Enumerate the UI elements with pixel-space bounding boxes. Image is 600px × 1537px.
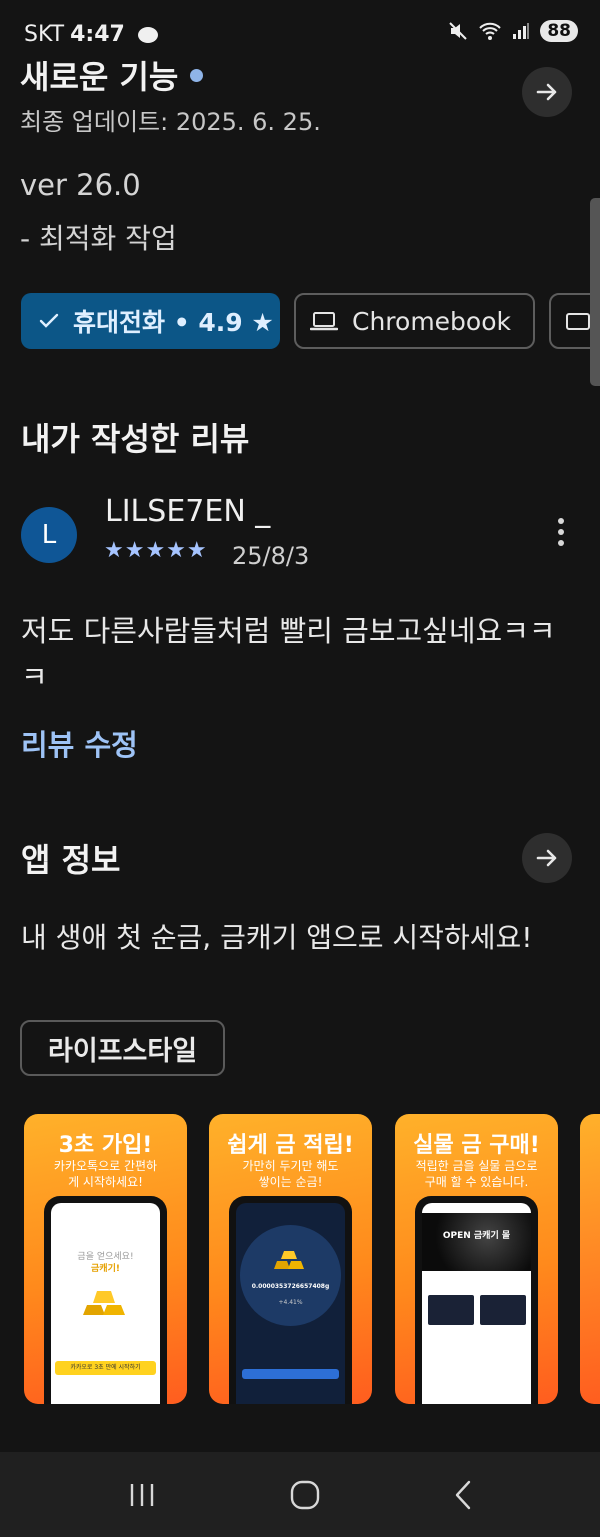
- review-body: 저도 다른사람들처럼 빨리 금보고싶네요ㅋㅋㅋ: [21, 614, 556, 694]
- carrier-label: SKT: [24, 22, 65, 47]
- back-icon[interactable]: [453, 1480, 473, 1510]
- screenshot-subtitle: 적립한 금을 실물 금으로 구매 할 수 있습니다.: [415, 1159, 538, 1189]
- app-tagline: 내 생애 첫 순금, 금캐기 앱으로 시작하세요!: [21, 921, 533, 954]
- accrue-button: [242, 1369, 339, 1379]
- phone-mockup: 금을 얻으세요! 금캐기! 카카오로 3초 만에 시작하기: [44, 1196, 167, 1404]
- home-icon[interactable]: [290, 1480, 320, 1510]
- screenshot-title: 쉽게 금 적립!: [227, 1133, 354, 1158]
- status-bar-right: 88: [448, 20, 578, 42]
- app-info-arrow-button[interactable]: [522, 833, 572, 883]
- more-options-icon[interactable]: [558, 518, 564, 546]
- screenshot-title: 실물 금 구매!: [413, 1133, 540, 1158]
- shop-banner-text: OPEN 금캐기 몰: [442, 1231, 511, 1241]
- product-card: [428, 1295, 474, 1325]
- device-chip-chromebook[interactable]: Chromebook: [294, 293, 535, 349]
- signal-icon: [513, 23, 530, 39]
- whats-new-arrow-button[interactable]: [522, 67, 572, 117]
- gold-counter: 0.0000353726657408g: [251, 1283, 330, 1290]
- wifi-icon: [479, 22, 502, 40]
- device-chip-chromebook-label: Chromebook: [352, 306, 511, 336]
- reviewer-name: LILSE7EN _: [105, 494, 271, 529]
- release-notes: - 최적화 작업: [20, 222, 177, 255]
- phone-screen: 금을 얻으세요! 금캐기! 카카오로 3초 만에 시작하기: [51, 1203, 160, 1404]
- edit-review-link[interactable]: 리뷰 수정: [21, 722, 138, 764]
- product-card: [480, 1295, 526, 1325]
- status-bar-left: SKT 4:47: [24, 22, 158, 47]
- clock: 4:47: [70, 22, 125, 47]
- gold-bars-icon: [83, 1291, 125, 1315]
- system-nav-bar: [0, 1452, 600, 1537]
- category-chip[interactable]: 라이프스타일: [20, 1020, 226, 1076]
- device-chip-phone-label: 휴대전화 • 4.9 ★: [73, 308, 274, 337]
- gold-rate: +4.41%: [278, 1299, 303, 1306]
- arrow-right-icon: [536, 849, 557, 867]
- review-date: 25/8/3: [232, 542, 310, 570]
- scrollbar-thumb[interactable]: [590, 198, 600, 386]
- screenshot-1[interactable]: 3초 가입! 카카오톡으로 간편하게 시작하세요! 금을 얻으세요! 금캐기! …: [24, 1114, 187, 1404]
- arrow-right-icon: [536, 83, 557, 101]
- app-info-title: 앱 정보: [21, 841, 121, 879]
- check-icon: [39, 313, 59, 328]
- screenshot-3[interactable]: 실물 금 구매! 적립한 금을 실물 금으로 구매 할 수 있습니다. OPEN…: [395, 1114, 558, 1404]
- kakao-start-button: 카카오로 3초 만에 시작하기: [55, 1361, 156, 1375]
- recent-apps-icon[interactable]: [127, 1482, 157, 1508]
- chat-notification-icon: [137, 27, 158, 43]
- screenshot-subtitle: 카카오톡으로 간편하게 시작하세요!: [53, 1159, 158, 1189]
- my-review-title: 내가 작성한 리뷰: [21, 420, 250, 458]
- screenshot-title: 3초 가입!: [58, 1133, 153, 1158]
- mute-icon: [449, 22, 468, 40]
- gold-bars-icon: [274, 1251, 304, 1269]
- new-indicator-dot: [190, 68, 204, 82]
- screen-brand: 금캐기!: [91, 1264, 120, 1274]
- star-rating: ★★★★★: [104, 538, 208, 563]
- screenshot-4-peek[interactable]: [580, 1114, 600, 1404]
- tablet-icon: [566, 313, 590, 330]
- whats-new-title: 새로운 기능: [20, 52, 204, 98]
- last-updated: 최종 업데이트: 2025. 6. 25.: [20, 108, 321, 136]
- avatar: L: [21, 507, 77, 563]
- device-chip-phone[interactable]: 휴대전화 • 4.9 ★: [21, 293, 280, 349]
- phone-screen: OPEN 금캐기 몰: [422, 1203, 531, 1404]
- gold-circle: [240, 1225, 341, 1326]
- battery-indicator: 88: [540, 20, 578, 42]
- phone-screen: 0.0000353726657408g +4.41%: [236, 1203, 345, 1404]
- shop-banner: OPEN 금캐기 몰: [422, 1213, 531, 1271]
- version-text: ver 26.0: [20, 168, 141, 202]
- whats-new-title-text: 새로운 기능: [20, 58, 179, 96]
- laptop-icon: [310, 312, 338, 331]
- phone-mockup: OPEN 금캐기 몰: [415, 1196, 538, 1404]
- screenshot-2[interactable]: 쉽게 금 적립! 가만히 두기만 해도 쌓이는 순금! 0.0000353726…: [209, 1114, 372, 1404]
- phone-mockup: 0.0000353726657408g +4.41%: [229, 1196, 352, 1404]
- screenshot-subtitle: 가만히 두기만 해도 쌓이는 순금!: [242, 1159, 339, 1189]
